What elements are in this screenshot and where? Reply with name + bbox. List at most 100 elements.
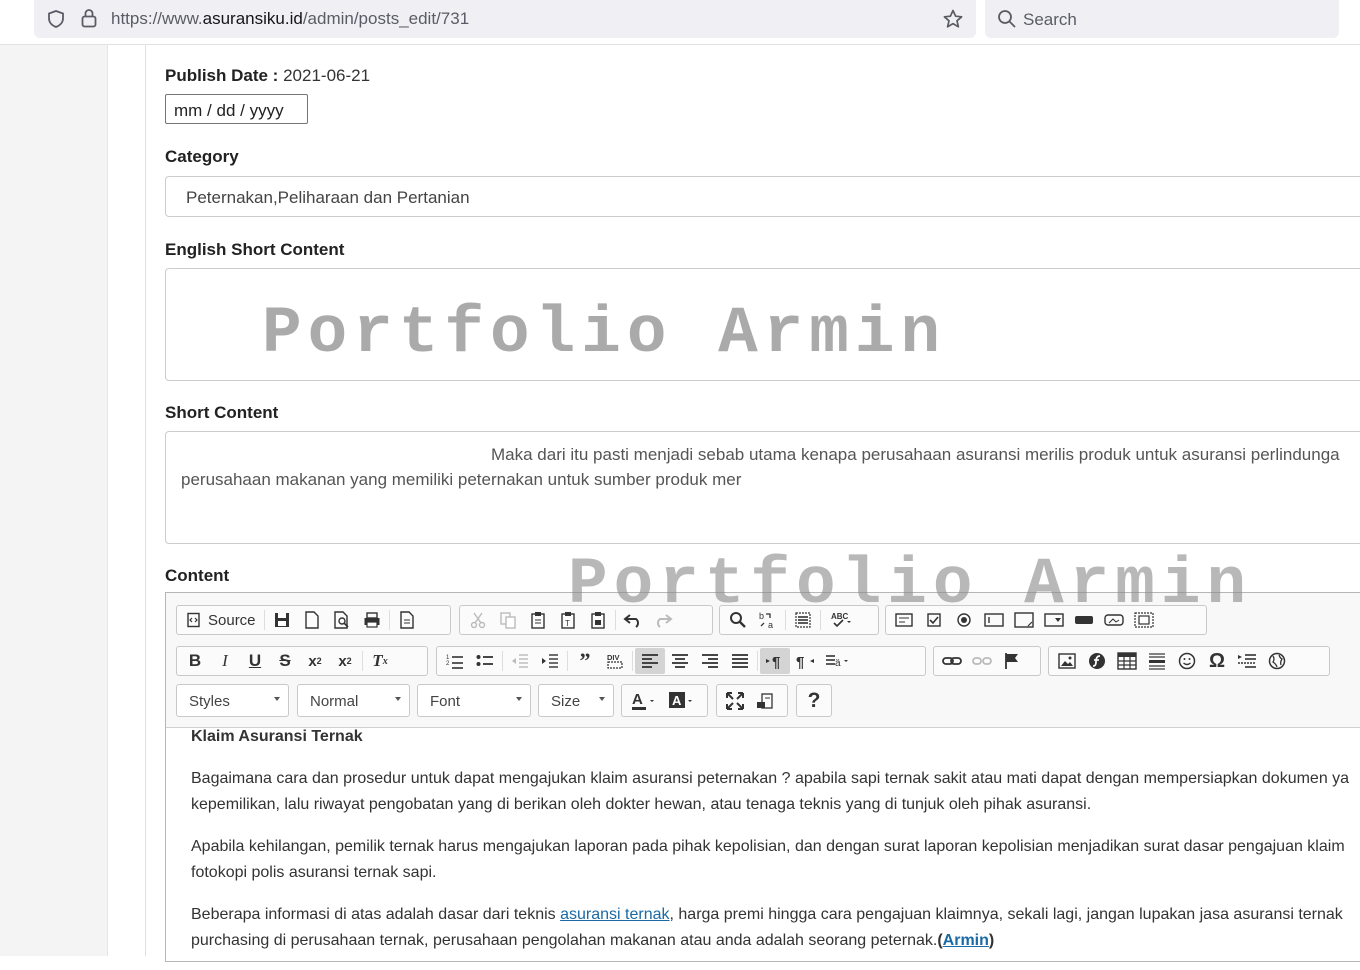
image-button[interactable]	[1052, 648, 1082, 674]
undo-button[interactable]	[618, 607, 648, 633]
language-button[interactable]: ä	[820, 648, 854, 674]
replace-button[interactable]: ba	[753, 607, 783, 633]
lock-icon[interactable]	[80, 8, 98, 28]
bulleted-list-button[interactable]	[470, 648, 500, 674]
align-right-button[interactable]	[695, 648, 725, 674]
source-button[interactable]: Source	[180, 607, 262, 633]
admin-sidebar	[0, 45, 108, 956]
image-button-field-button[interactable]	[1099, 607, 1129, 633]
content-frame	[108, 45, 146, 956]
create-div-icon: DIV	[607, 653, 623, 669]
shield-icon[interactable]	[46, 9, 66, 29]
text-field-icon	[984, 613, 1004, 627]
paste-word-button[interactable]	[583, 607, 613, 633]
page-break-button[interactable]	[1232, 648, 1262, 674]
text-field-button[interactable]	[979, 607, 1009, 633]
rtl-button[interactable]: ¶	[790, 648, 820, 674]
outdent-button[interactable]	[505, 648, 535, 674]
paste-button[interactable]	[523, 607, 553, 633]
save-icon	[274, 613, 289, 627]
horizontal-rule-button[interactable]	[1142, 648, 1172, 674]
address-bar[interactable]: https://www.asuransiku.id/admin/posts_ed…	[34, 0, 976, 38]
styles-dropdown[interactable]: Styles	[176, 684, 289, 717]
checkbox-button[interactable]	[919, 607, 949, 633]
size-dropdown[interactable]: Size	[538, 684, 614, 717]
italic-button[interactable]: I	[210, 648, 240, 674]
url-text[interactable]: https://www.asuransiku.id/admin/posts_ed…	[111, 9, 469, 29]
create-div-button[interactable]: DIV	[600, 648, 630, 674]
strike-button[interactable]: S	[270, 648, 300, 674]
radio-button[interactable]	[949, 607, 979, 633]
cut-icon	[470, 612, 486, 629]
templates-button[interactable]	[392, 607, 422, 633]
hidden-field-button[interactable]	[1129, 607, 1159, 633]
category-select[interactable]: Peternakan,Peliharaan dan Pertanian	[165, 176, 1360, 217]
save-button[interactable]	[267, 607, 297, 633]
flash-button[interactable]	[1082, 648, 1112, 674]
textarea-button[interactable]	[1009, 607, 1039, 633]
form-button[interactable]	[889, 607, 919, 633]
underline-button[interactable]: U	[240, 648, 270, 674]
format-dropdown[interactable]: Normal	[297, 684, 410, 717]
svg-text:a: a	[768, 620, 773, 630]
editor-content[interactable]: Klaim Asuransi Ternak Bagaimana cara dan…	[191, 727, 1360, 970]
svg-text:2: 2	[446, 661, 450, 667]
toolbar-group-paragraph: 12 ” DIV ¶ ¶ ä	[436, 646, 926, 676]
blockquote-button[interactable]: ”	[570, 648, 600, 674]
paste-text-button[interactable]: T	[553, 607, 583, 633]
superscript-button[interactable]: x2	[330, 648, 360, 674]
background-color-button[interactable]: A	[663, 688, 701, 714]
redo-button[interactable]	[648, 607, 678, 633]
asuransi-ternak-link[interactable]: asuransi ternak	[560, 906, 669, 923]
bold-button[interactable]: B	[180, 648, 210, 674]
table-button[interactable]	[1112, 648, 1142, 674]
svg-text:A: A	[672, 693, 682, 708]
preview-button[interactable]	[327, 607, 357, 633]
ltr-button[interactable]: ¶	[760, 648, 790, 674]
smiley-button[interactable]	[1172, 648, 1202, 674]
copy-button[interactable]	[493, 607, 523, 633]
select-all-button[interactable]	[788, 607, 818, 633]
anchor-button[interactable]	[997, 648, 1027, 674]
bookmark-star-icon[interactable]	[942, 8, 964, 30]
smiley-icon	[1178, 652, 1196, 670]
justify-button[interactable]	[725, 648, 755, 674]
link-button[interactable]	[937, 648, 967, 674]
svg-text:ABC: ABC	[831, 612, 849, 621]
align-left-button[interactable]	[635, 648, 665, 674]
rich-text-editor[interactable]: Source T ba ABC B I U S x 2 x 2 T x 1 2 …	[165, 592, 1360, 962]
replace-icon: ba	[759, 611, 773, 630]
search-bar[interactable]: Search	[985, 0, 1339, 38]
print-button[interactable]	[357, 607, 387, 633]
numbered-list-icon: 12	[446, 655, 463, 669]
indent-button[interactable]	[535, 648, 565, 674]
remove-format-button[interactable]: Tx	[365, 648, 395, 674]
select-field-button[interactable]	[1039, 607, 1069, 633]
subscript-button[interactable]: x2	[300, 648, 330, 674]
spellcheck-icon: ABC	[831, 612, 851, 628]
new-page-button[interactable]	[297, 607, 327, 633]
maximize-button[interactable]	[720, 688, 750, 714]
show-blocks-button[interactable]	[750, 688, 780, 714]
special-char-button[interactable]: Ω	[1202, 648, 1232, 674]
publish-date-input[interactable]: mm / dd / yyyy	[165, 94, 308, 124]
publish-date-label: Publish Date : 2021-06-21	[165, 66, 371, 85]
content-paragraph-3: Beberapa informasi di atas adalah dasar …	[191, 906, 1343, 949]
english-short-content-textarea[interactable]	[165, 268, 1360, 381]
button-field-button[interactable]	[1069, 607, 1099, 633]
short-content-textarea[interactable]: Maka dari itu pasti menjadi sebab utama …	[165, 431, 1360, 544]
font-dropdown[interactable]: Font	[417, 684, 531, 717]
armin-author-link[interactable]: Armin	[943, 932, 989, 949]
help-button[interactable]: ?	[800, 688, 828, 714]
unlink-button[interactable]	[967, 648, 997, 674]
search-icon	[997, 9, 1017, 29]
spellcheck-button[interactable]: ABC	[823, 607, 859, 633]
numbered-list-button[interactable]: 12	[440, 648, 470, 674]
iframe-button[interactable]	[1262, 648, 1292, 674]
align-center-button[interactable]	[665, 648, 695, 674]
page-break-icon	[1238, 654, 1256, 668]
toolbar-group-tools	[716, 684, 788, 717]
cut-button[interactable]	[463, 607, 493, 633]
text-color-button[interactable]: A	[625, 688, 663, 714]
find-button[interactable]	[723, 607, 753, 633]
